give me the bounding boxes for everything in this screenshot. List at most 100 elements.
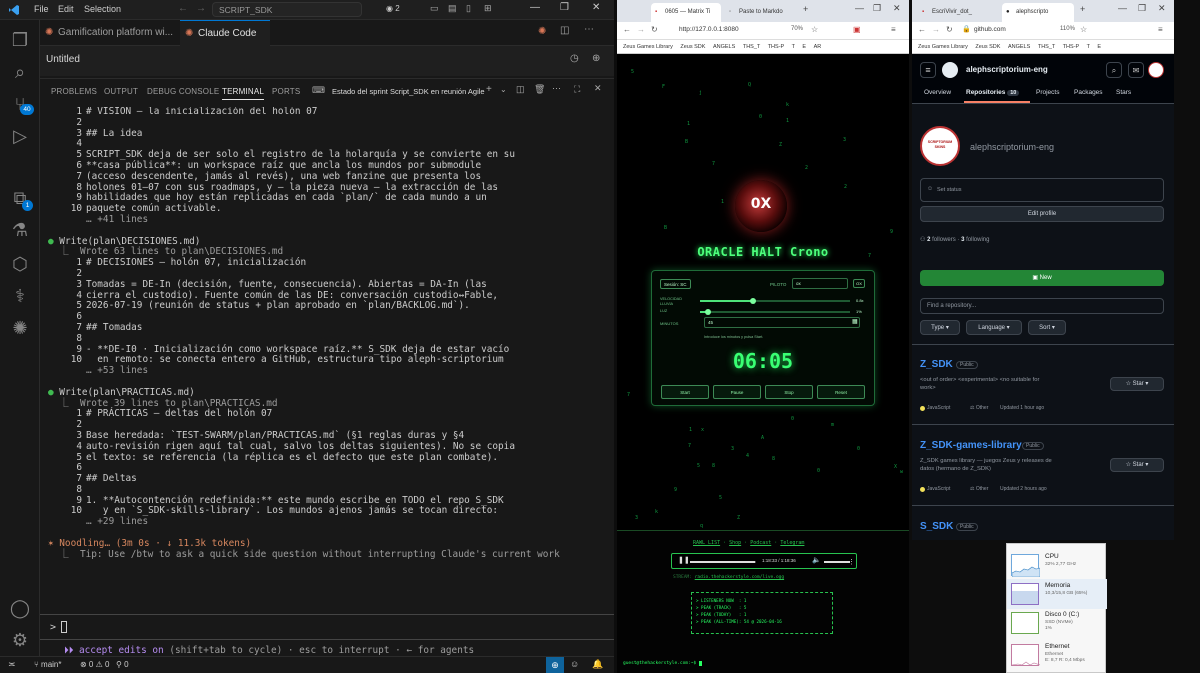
bookmark-ar[interactable]: AR [814, 44, 822, 50]
avatar[interactable] [1148, 62, 1164, 78]
find-repo-input[interactable]: Find a repository... [920, 298, 1164, 314]
tab-escrivivir[interactable]: ▪ EscriVivir_dot_ [918, 3, 988, 22]
menu-file[interactable]: File [34, 4, 49, 14]
menu-icon[interactable]: ≡ [1158, 25, 1163, 34]
link-rawl-list[interactable]: RAWL_LIST [693, 540, 720, 546]
type-filter[interactable]: Type ▾ [920, 320, 960, 335]
tab-ports[interactable]: PORTS [272, 87, 300, 96]
more-actions-icon[interactable]: ⋯ [552, 83, 561, 94]
containers-icon[interactable]: ⬡ [8, 252, 32, 276]
nav-packages[interactable]: Packages [1074, 89, 1103, 96]
forward-arrow-icon[interactable]: → [196, 3, 206, 14]
maximize-panel-icon[interactable]: ⛶ [574, 84, 580, 95]
notifications-bell-icon[interactable]: 🔔 [592, 659, 603, 670]
back-arrow-icon[interactable]: ← [623, 25, 631, 34]
tab-terminal[interactable]: TERMINAL [222, 87, 265, 100]
bookmark-zeus-games[interactable]: Zeus Games Library [918, 44, 968, 50]
slider-handle[interactable] [749, 298, 756, 304]
sort-filter[interactable]: Sort ▾ [1028, 320, 1066, 335]
explorer-icon[interactable]: ❐ [8, 28, 32, 52]
link-podcast[interactable]: Podcast [750, 540, 771, 546]
minimize-icon[interactable]: — [1118, 3, 1127, 13]
start-button[interactable]: Start [661, 385, 709, 399]
search-icon[interactable]: ⌕ [8, 60, 32, 84]
more-actions-icon[interactable]: ⋯ [584, 24, 594, 35]
new-tab-icon[interactable]: + [803, 4, 808, 14]
accounts-icon[interactable]: ◉ 2 [386, 4, 400, 13]
nav-repositories[interactable]: Repositories 10 [966, 89, 1020, 96]
piloto-button[interactable]: OX [853, 279, 865, 288]
reload-icon[interactable]: ↻ [946, 25, 953, 34]
zoom-level[interactable]: 70% [791, 26, 803, 32]
terminal-output[interactable]: 1 # VISIÓN — la inicialización del holón … [48, 107, 608, 607]
restore-icon[interactable]: ❐ [1138, 3, 1146, 14]
new-tab-icon[interactable]: + [1080, 4, 1085, 14]
audio-player[interactable]: ❚❚ 1:18:33 / 1:18:36 🔈 ⋮ [671, 553, 857, 569]
split-terminal-icon[interactable]: ◫ [516, 84, 525, 95]
bookmark-ths-p[interactable]: THS-P [1063, 44, 1079, 50]
ports-indicator[interactable]: ⚲ 0 [116, 660, 129, 669]
zoom-icon[interactable]: ⊕ [546, 657, 564, 673]
language-filter[interactable]: Language ▾ [966, 320, 1022, 335]
inbox-icon[interactable]: ✉ [1128, 62, 1144, 78]
remote-icon[interactable]: ≍ [8, 659, 16, 670]
menu-edit[interactable]: Edit [58, 4, 74, 14]
python-icon[interactable]: ⚕ [8, 284, 32, 308]
stream-url[interactable]: radio.thehackerstyle.com/live.ogg [695, 575, 784, 580]
tab-gamification[interactable]: ✺ Gamification platform wi... [40, 20, 178, 46]
tab-github[interactable]: ● alephscripto [1002, 3, 1074, 22]
customize-layout-icon[interactable]: ⊞ [484, 3, 492, 14]
copilot-icon[interactable]: ☺ [570, 659, 579, 669]
tab-matrix[interactable]: ▪ 0605 — Matrix Ti [651, 3, 721, 22]
bookmark-zeus-sdk[interactable]: Zeus SDK [680, 44, 705, 50]
bookmark-e[interactable]: E [802, 44, 806, 50]
set-status-button[interactable]: ☺ Set status [920, 178, 1164, 202]
bookmark-ths-t[interactable]: THS_T [1038, 44, 1055, 50]
bookmark-zeus-sdk[interactable]: Zeus SDK [975, 44, 1000, 50]
tab-claude-code[interactable]: ✺ Claude Code [180, 20, 270, 46]
forward-arrow-icon[interactable]: → [932, 25, 940, 34]
accept-edits-mode[interactable]: ⏵⏵ accept edits on [64, 645, 164, 656]
layout-sidebar-icon[interactable]: ▭ [430, 3, 439, 14]
back-arrow-icon[interactable]: ← [178, 3, 188, 14]
tab-output[interactable]: OUTPUT [104, 87, 138, 96]
link-shop[interactable]: Shop [729, 540, 741, 546]
menu-icon[interactable]: ≡ [891, 25, 896, 34]
session-select[interactable]: Sesión: SC [660, 279, 691, 289]
volume-icon[interactable]: 🔈 [812, 556, 821, 564]
minimize-icon[interactable]: — [530, 2, 540, 13]
chevron-down-icon[interactable]: ⌄ [500, 85, 507, 94]
address-field[interactable]: http://127.0.0.1:8080 [679, 26, 739, 33]
command-center[interactable]: SCRIPT_SDK [212, 2, 362, 17]
cpu-item[interactable]: CPU 32% 2,77 GHz [1007, 550, 1107, 580]
restore-icon[interactable]: ❐ [873, 3, 881, 14]
repo-name[interactable]: Z_SDK [920, 359, 953, 370]
volume-slider[interactable] [824, 561, 850, 563]
layout-panel-icon[interactable]: ▤ [448, 3, 457, 14]
bookmark-angels[interactable]: ANGELS [713, 44, 735, 50]
forward-arrow-icon[interactable]: → [637, 25, 645, 34]
audio-progress[interactable] [690, 561, 756, 563]
claude-action-icon[interactable]: ✺ [538, 26, 546, 37]
lock-icon[interactable]: 🔒 [962, 25, 971, 33]
star-button[interactable]: ☆ Star ▾ [1110, 458, 1164, 472]
calendar-icon[interactable]: ▦ [852, 318, 858, 325]
hamburger-menu-icon[interactable]: ≡ [920, 62, 936, 78]
close-panel-icon[interactable]: ✕ [594, 83, 602, 94]
problems-indicator[interactable]: ⊗ 0 ⚠ 0 [80, 660, 109, 669]
extension-icon[interactable]: ▣ [853, 25, 861, 34]
branch-indicator[interactable]: ⑂ main* [34, 660, 61, 669]
prompt-cursor[interactable] [61, 621, 67, 633]
nav-overview[interactable]: Overview [924, 89, 951, 96]
account-icon[interactable]: ◯ [8, 596, 32, 620]
org-avatar[interactable]: SCRIPTORIUM SKINS [920, 126, 960, 166]
light-slider[interactable] [700, 309, 850, 315]
ethernet-item[interactable]: Ethernet Ethernet E: 8,7 R: 0,4 Mbps [1007, 640, 1107, 670]
layout-secondary-icon[interactable]: ▯ [466, 3, 471, 14]
minimize-icon[interactable]: — [855, 3, 864, 13]
repo-name[interactable]: Z_SDK-games-library [920, 440, 1022, 451]
tab-problems[interactable]: PROBLEMS [51, 87, 97, 96]
bookmark-ths-p[interactable]: THS-P [768, 44, 784, 50]
reset-button[interactable]: Reset [817, 385, 865, 399]
followers-count[interactable]: 2 [927, 237, 930, 243]
